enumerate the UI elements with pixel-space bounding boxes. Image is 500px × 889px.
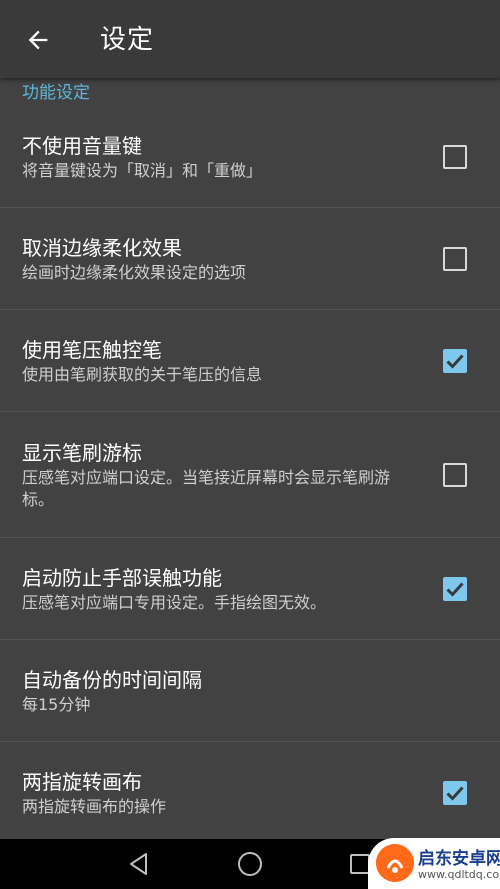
setting-checkbox-checked[interactable] [443,348,467,373]
watermark-name: 启东安卓网 [418,849,500,869]
setting-subtitle: 两指旋转画布的操作 [22,797,167,816]
setting-disable-volume-keys[interactable]: 不使用音量键 将音量键设为「取消」和「重做」 [0,106,500,208]
setting-title: 使用笔压触控笔 [22,337,162,362]
setting-palm-rejection[interactable]: 启动防止手部误触功能 压感笔对应端口专用设定。手指绘图无效。 [0,538,500,640]
setting-pressure-stylus[interactable]: 使用笔压触控笔 使用由笔刷获取的关于笔压的信息 [0,310,500,412]
setting-title: 两指旋转画布 [22,770,142,794]
settings-list[interactable]: 功能设定 不使用音量键 将音量键设为「取消」和「重做」 取消边缘柔化效果 绘画时… [0,78,500,839]
setting-subtitle: 将音量键设为「取消」和「重做」 [22,160,263,180]
setting-subtitle: 每15分钟 [22,694,91,714]
section-header: 功能设定 [22,83,90,103]
triangle-back-icon [130,853,147,875]
setting-subtitle: 压感笔对应端口设定。当笔接近屏幕时会显示笔刷游标。 [22,467,391,509]
setting-checkbox-checked[interactable] [443,781,467,805]
check-icon [446,581,464,597]
watermark-url: www.qdltdq.com [418,868,500,881]
setting-title: 不使用音量键 [22,133,142,158]
setting-subtitle: 压感笔对应端口专用设定。手指绘图无效。 [22,592,327,612]
setting-disable-antialias[interactable]: 取消边缘柔化效果 绘画时边缘柔化效果设定的选项 [0,208,500,310]
check-icon [446,786,464,801]
setting-backup-interval[interactable]: 自动备份的时间间隔 每15分钟 [0,640,500,742]
setting-subtitle: 使用由笔刷获取的关于笔压的信息 [22,364,263,384]
app-bar: 设定 [0,0,500,78]
setting-brush-cursor[interactable]: 显示笔刷游标 压感笔对应端口设定。当笔接近屏幕时会显示笔刷游标。 [0,412,500,538]
setting-subtitle: 绘画时边缘柔化效果设定的选项 [22,262,247,282]
setting-checkbox-checked[interactable] [443,576,467,601]
nav-back-button[interactable] [124,849,154,879]
nav-home-button[interactable] [235,849,265,879]
setting-title: 显示笔刷游标 [22,440,142,465]
watermark-logo-icon [376,844,414,882]
setting-checkbox[interactable] [443,246,467,271]
setting-title: 取消边缘柔化效果 [22,235,182,260]
setting-title: 自动备份的时间间隔 [22,667,202,692]
circle-home-icon [238,852,262,876]
setting-two-finger-rotate[interactable]: 两指旋转画布 两指旋转画布的操作 [0,742,500,839]
setting-title: 启动防止手部误触功能 [22,565,222,590]
back-button[interactable] [18,20,58,60]
check-icon [446,353,464,369]
setting-checkbox[interactable] [443,462,467,487]
setting-checkbox[interactable] [443,144,467,169]
arrow-back-icon [28,30,48,50]
watermark: 启东安卓网 www.qdltdq.com [368,838,500,889]
page-title: 设定 [100,25,155,55]
